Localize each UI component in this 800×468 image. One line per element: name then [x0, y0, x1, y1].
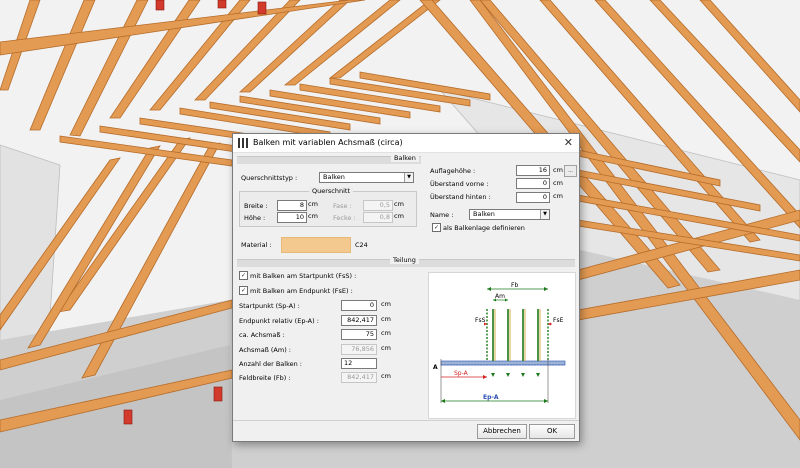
dialog-balken-variabel: Balken mit variablen Achsmaß (circa) ✕ B… [232, 133, 580, 442]
spacing-diagram: Fb Am FsS FsE A Sp-A Ep-A [428, 272, 576, 419]
name-value: Balken [473, 210, 495, 218]
spacing-diagram-svg: Fb Am FsS FsE A Sp-A Ep-A [433, 282, 566, 403]
querschnittstyp-label: Querschnittstyp : [241, 174, 298, 182]
start-beam-checkbox[interactable]: ✓ [239, 271, 248, 280]
hoehe-unit: cm [308, 212, 318, 220]
auflagehoehe-label: Auflagehöhe : [430, 167, 476, 175]
epa-label: Ep-A [483, 394, 499, 401]
material-value: C24 [355, 241, 368, 249]
endpunkt-label: Endpunkt relativ (Ep-A) : [239, 317, 319, 325]
ueberstand-vorne-label: Überstand vorne : [430, 180, 489, 188]
startpunkt-unit: cm [381, 300, 391, 308]
titlebar: Balken mit variablen Achsmaß (circa) ✕ [233, 134, 579, 153]
ueberstand-hinten-label: Überstand hinten : [430, 193, 491, 201]
fecke-input[interactable]: 0,8 [363, 212, 393, 223]
fase-input[interactable]: 0,5 [363, 200, 393, 211]
endpunkt-input[interactable]: 842,417 [341, 315, 377, 326]
achsmass-am-unit: cm [381, 344, 391, 352]
end-beam-label: mit Balken am Endpunkt (FsE) : [250, 287, 353, 295]
material-label: Material : [241, 241, 272, 249]
fecke-label: Fecke : [333, 214, 356, 222]
hoehe-input[interactable]: 10 [277, 212, 307, 223]
startpunkt-label: Startpunkt (Sp-A) : [239, 302, 300, 310]
chevron-down-icon: ▼ [540, 210, 549, 219]
material-swatch[interactable] [281, 237, 351, 253]
fss-label: FsS [475, 317, 486, 324]
breite-label: Breite : [244, 202, 268, 210]
anzahl-input[interactable]: 12 [341, 358, 377, 369]
spa-label: Sp-A [454, 370, 469, 377]
name-select[interactable]: Balken ▼ [469, 209, 550, 220]
am-label: Am [495, 293, 505, 300]
section-label-balken: Balken [391, 154, 419, 162]
auflagehoehe-input[interactable]: 16 [516, 165, 550, 176]
ueberstand-vorne-input[interactable]: 0 [516, 178, 550, 189]
hoehe-label: Höhe : [244, 214, 266, 222]
more-button[interactable]: ... [564, 165, 577, 177]
cancel-button[interactable]: Abbrechen [477, 424, 527, 439]
auflagehoehe-unit: cm [553, 166, 563, 174]
button-separator [233, 420, 579, 421]
als-balkenlage-label: als Balkenlage definieren [443, 224, 525, 232]
ok-button[interactable]: OK [529, 424, 575, 439]
achsmass-unit: cm [381, 329, 391, 337]
querschnittstyp-select[interactable]: Balken ▼ [319, 172, 414, 183]
start-beam-label: mit Balken am Startpunkt (FsS) : [250, 272, 357, 280]
breite-unit: cm [308, 200, 318, 208]
section-label-teilung: Teilung [390, 256, 419, 264]
a-label: A [433, 364, 438, 371]
feldbreite-unit: cm [381, 372, 391, 380]
fase-label: Fase : [333, 202, 352, 210]
feldbreite-input[interactable]: 842,417 [341, 372, 377, 383]
endpunkt-unit: cm [381, 315, 391, 323]
beam-app-icon [238, 138, 248, 148]
achsmass-label: ca. Achsmaß : [239, 331, 285, 339]
fb-label: Fb [511, 282, 518, 289]
chevron-down-icon: ▼ [404, 173, 413, 182]
end-beam-checkbox[interactable]: ✓ [239, 286, 248, 295]
breite-input[interactable]: 8 [277, 200, 307, 211]
feldbreite-label: Feldbreite (Fb) : [239, 374, 291, 382]
startpunkt-input[interactable]: 0 [341, 300, 377, 311]
achsmass-am-input[interactable]: 76,856 [341, 344, 377, 355]
ueberstand-hinten-input[interactable]: 0 [516, 192, 550, 203]
section-label-querschnitt: Querschnitt [309, 187, 354, 195]
fse-label: FsE [553, 317, 564, 324]
ueberstand-hinten-unit: cm [553, 192, 563, 200]
anzahl-label: Anzahl der Balken : [239, 360, 302, 368]
fecke-unit: cm [394, 212, 404, 220]
als-balkenlage-checkbox[interactable]: ✓ [432, 223, 441, 232]
achsmass-input[interactable]: 75 [341, 329, 377, 340]
name-label: Name : [430, 211, 454, 219]
window-title: Balken mit variablen Achsmaß (circa) [253, 138, 403, 147]
ueberstand-vorne-unit: cm [553, 179, 563, 187]
querschnittstyp-value: Balken [323, 173, 345, 181]
achsmass-am-label: Achsmaß (Am) : [239, 346, 291, 354]
fase-unit: cm [394, 200, 404, 208]
close-icon[interactable]: ✕ [564, 136, 573, 149]
